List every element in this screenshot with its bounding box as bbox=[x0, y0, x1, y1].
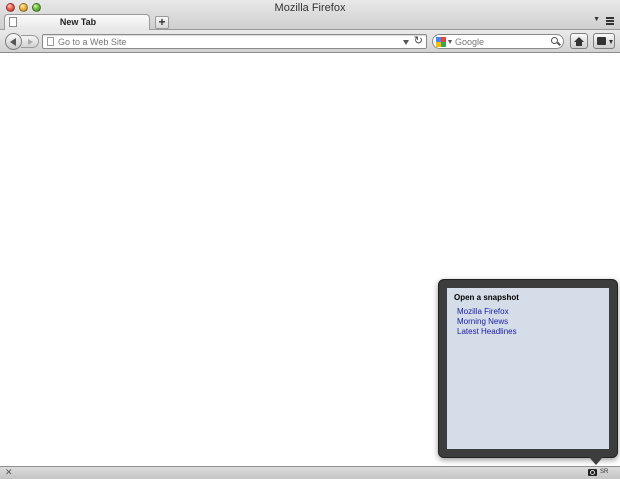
snapshot-panel-body: Open a snapshot Mozilla Firefox Morning … bbox=[447, 288, 609, 449]
snapshot-list: Mozilla Firefox Morning News Latest Head… bbox=[457, 307, 517, 337]
tab-new-tab[interactable]: New Tab bbox=[4, 14, 150, 30]
url-input[interactable] bbox=[58, 35, 398, 48]
snapshot-menu-button[interactable] bbox=[593, 33, 615, 49]
home-button[interactable] bbox=[570, 33, 588, 49]
search-input[interactable] bbox=[455, 35, 545, 48]
reload-icon[interactable]: ↻ bbox=[414, 35, 423, 48]
close-addon-bar-icon[interactable]: ✕ bbox=[5, 467, 13, 478]
camera-icon[interactable] bbox=[588, 469, 597, 476]
google-engine-icon[interactable] bbox=[436, 37, 446, 47]
new-tab-button[interactable]: + bbox=[155, 16, 169, 29]
forward-button[interactable] bbox=[21, 35, 39, 48]
navigation-toolbar: ↻ bbox=[0, 30, 620, 53]
snapshot-panel: Open a snapshot Mozilla Firefox Morning … bbox=[438, 279, 618, 465]
tab-view-icon[interactable] bbox=[606, 17, 614, 26]
list-all-tabs-icon[interactable]: ▼ bbox=[593, 16, 600, 23]
addon-status-label[interactable]: SR bbox=[600, 469, 608, 475]
url-history-dropdown-icon[interactable] bbox=[403, 40, 409, 45]
search-engine-dropdown-icon[interactable] bbox=[448, 40, 452, 44]
window-title: Mozilla Firefox bbox=[274, 2, 346, 14]
snapshot-link-morning-news[interactable]: Morning News bbox=[457, 317, 517, 327]
search-icon[interactable] bbox=[551, 37, 558, 44]
chevron-down-icon bbox=[609, 40, 613, 44]
back-button[interactable] bbox=[5, 33, 22, 50]
status-bar: ✕ SR bbox=[0, 466, 620, 479]
snapshot-panel-title: Open a snapshot bbox=[454, 293, 519, 302]
url-bar[interactable]: ↻ bbox=[42, 34, 427, 49]
snapshot-link-mozilla-firefox[interactable]: Mozilla Firefox bbox=[457, 307, 517, 317]
snapshot-icon bbox=[597, 37, 606, 45]
page-identity-icon[interactable] bbox=[47, 37, 54, 46]
snapshot-link-latest-headlines[interactable]: Latest Headlines bbox=[457, 327, 517, 337]
search-bar[interactable] bbox=[432, 34, 564, 49]
back-forward-group bbox=[5, 33, 40, 50]
title-bar: Mozilla Firefox New Tab + ▼ bbox=[0, 0, 620, 30]
tab-label: New Tab bbox=[59, 17, 97, 27]
